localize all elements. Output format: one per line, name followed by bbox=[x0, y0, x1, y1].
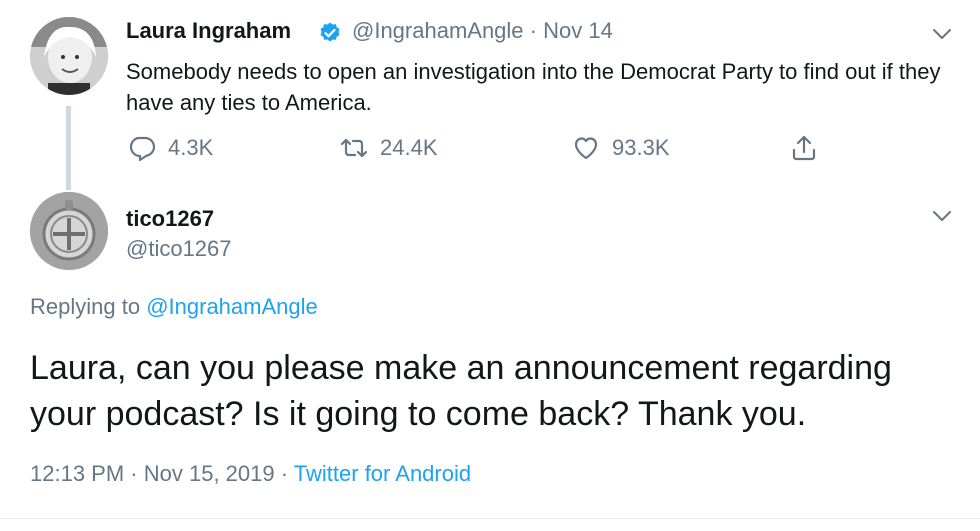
reply-button[interactable]: 4.3K bbox=[128, 132, 213, 164]
parent-author-name[interactable]: Laura Ingraham bbox=[126, 18, 291, 44]
parent-handle[interactable]: @IngrahamAngle bbox=[352, 18, 524, 43]
reply-avatar[interactable] bbox=[30, 192, 108, 270]
share-icon bbox=[792, 135, 816, 161]
chevron-down-icon[interactable] bbox=[930, 26, 954, 42]
reply-icon bbox=[129, 136, 156, 162]
replying-to-label: Replying to bbox=[30, 294, 141, 319]
like-button[interactable]: 93.3K bbox=[572, 132, 670, 164]
reply-author-name[interactable]: tico1267 bbox=[126, 206, 214, 232]
reply-count: 4.3K bbox=[168, 135, 214, 160]
verified-badge-icon bbox=[320, 22, 340, 42]
retweet-button[interactable]: 24.4K bbox=[340, 132, 438, 164]
heart-icon bbox=[574, 137, 598, 160]
separator-dot: · bbox=[280, 461, 289, 486]
separator-dot: · bbox=[130, 461, 138, 486]
chevron-down-icon[interactable] bbox=[930, 208, 954, 224]
retweet-count: 24.4K bbox=[380, 135, 438, 160]
tweet-source-link[interactable]: Twitter for Android bbox=[294, 461, 471, 486]
tweet-time[interactable]: 12:13 PM bbox=[30, 461, 124, 486]
parent-avatar[interactable] bbox=[30, 17, 108, 95]
reply-handle[interactable]: @tico1267 bbox=[126, 236, 232, 262]
parent-date[interactable]: Nov 14 bbox=[543, 18, 613, 43]
reply-tweet-text: Laura, can you please make an announceme… bbox=[30, 349, 892, 433]
replying-to-handle-link[interactable]: @IngrahamAngle bbox=[146, 294, 318, 319]
thread-line bbox=[66, 106, 71, 190]
parent-tweet-text: Somebody needs to open an investigation … bbox=[126, 59, 941, 115]
share-button[interactable] bbox=[790, 132, 818, 164]
like-count: 93.3K bbox=[612, 135, 670, 160]
avatar-photo bbox=[30, 192, 108, 270]
separator-dot: · bbox=[529, 18, 537, 43]
avatar-photo bbox=[30, 17, 108, 95]
tweet-metadata: 12:13 PM · Nov 15, 2019 · Twitter for An… bbox=[30, 461, 471, 487]
divider bbox=[0, 518, 980, 519]
tweet-date[interactable]: Nov 15, 2019 bbox=[144, 461, 275, 486]
parent-handle-line[interactable]: @IngrahamAngle · Nov 14 bbox=[352, 18, 613, 44]
replying-to: Replying to @IngrahamAngle bbox=[30, 294, 318, 320]
retweet-icon bbox=[340, 138, 368, 158]
